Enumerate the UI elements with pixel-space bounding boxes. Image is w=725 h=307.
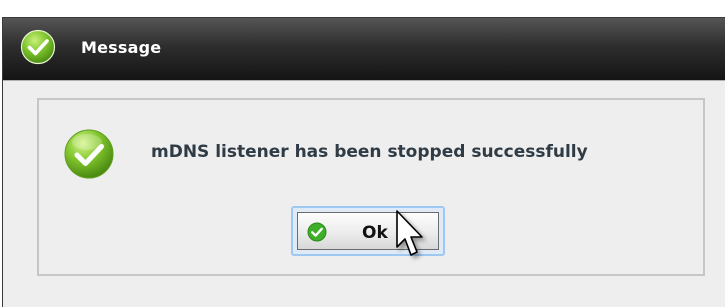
message-dialog: Message mDNS listener has been stopped s… (2, 17, 725, 307)
dialog-title: Message (81, 38, 162, 57)
check-circle-icon (64, 129, 114, 179)
dialog-titlebar: Message (3, 18, 725, 80)
check-circle-icon (20, 29, 56, 65)
ok-button-label: Ok (362, 223, 388, 243)
dialog-body: mDNS listener has been stopped successfu… (3, 80, 725, 307)
message-panel: mDNS listener has been stopped successfu… (37, 98, 705, 276)
mouse-pointer-icon (396, 210, 423, 256)
check-circle-icon (307, 222, 327, 242)
message-text: mDNS listener has been stopped successfu… (151, 142, 588, 162)
